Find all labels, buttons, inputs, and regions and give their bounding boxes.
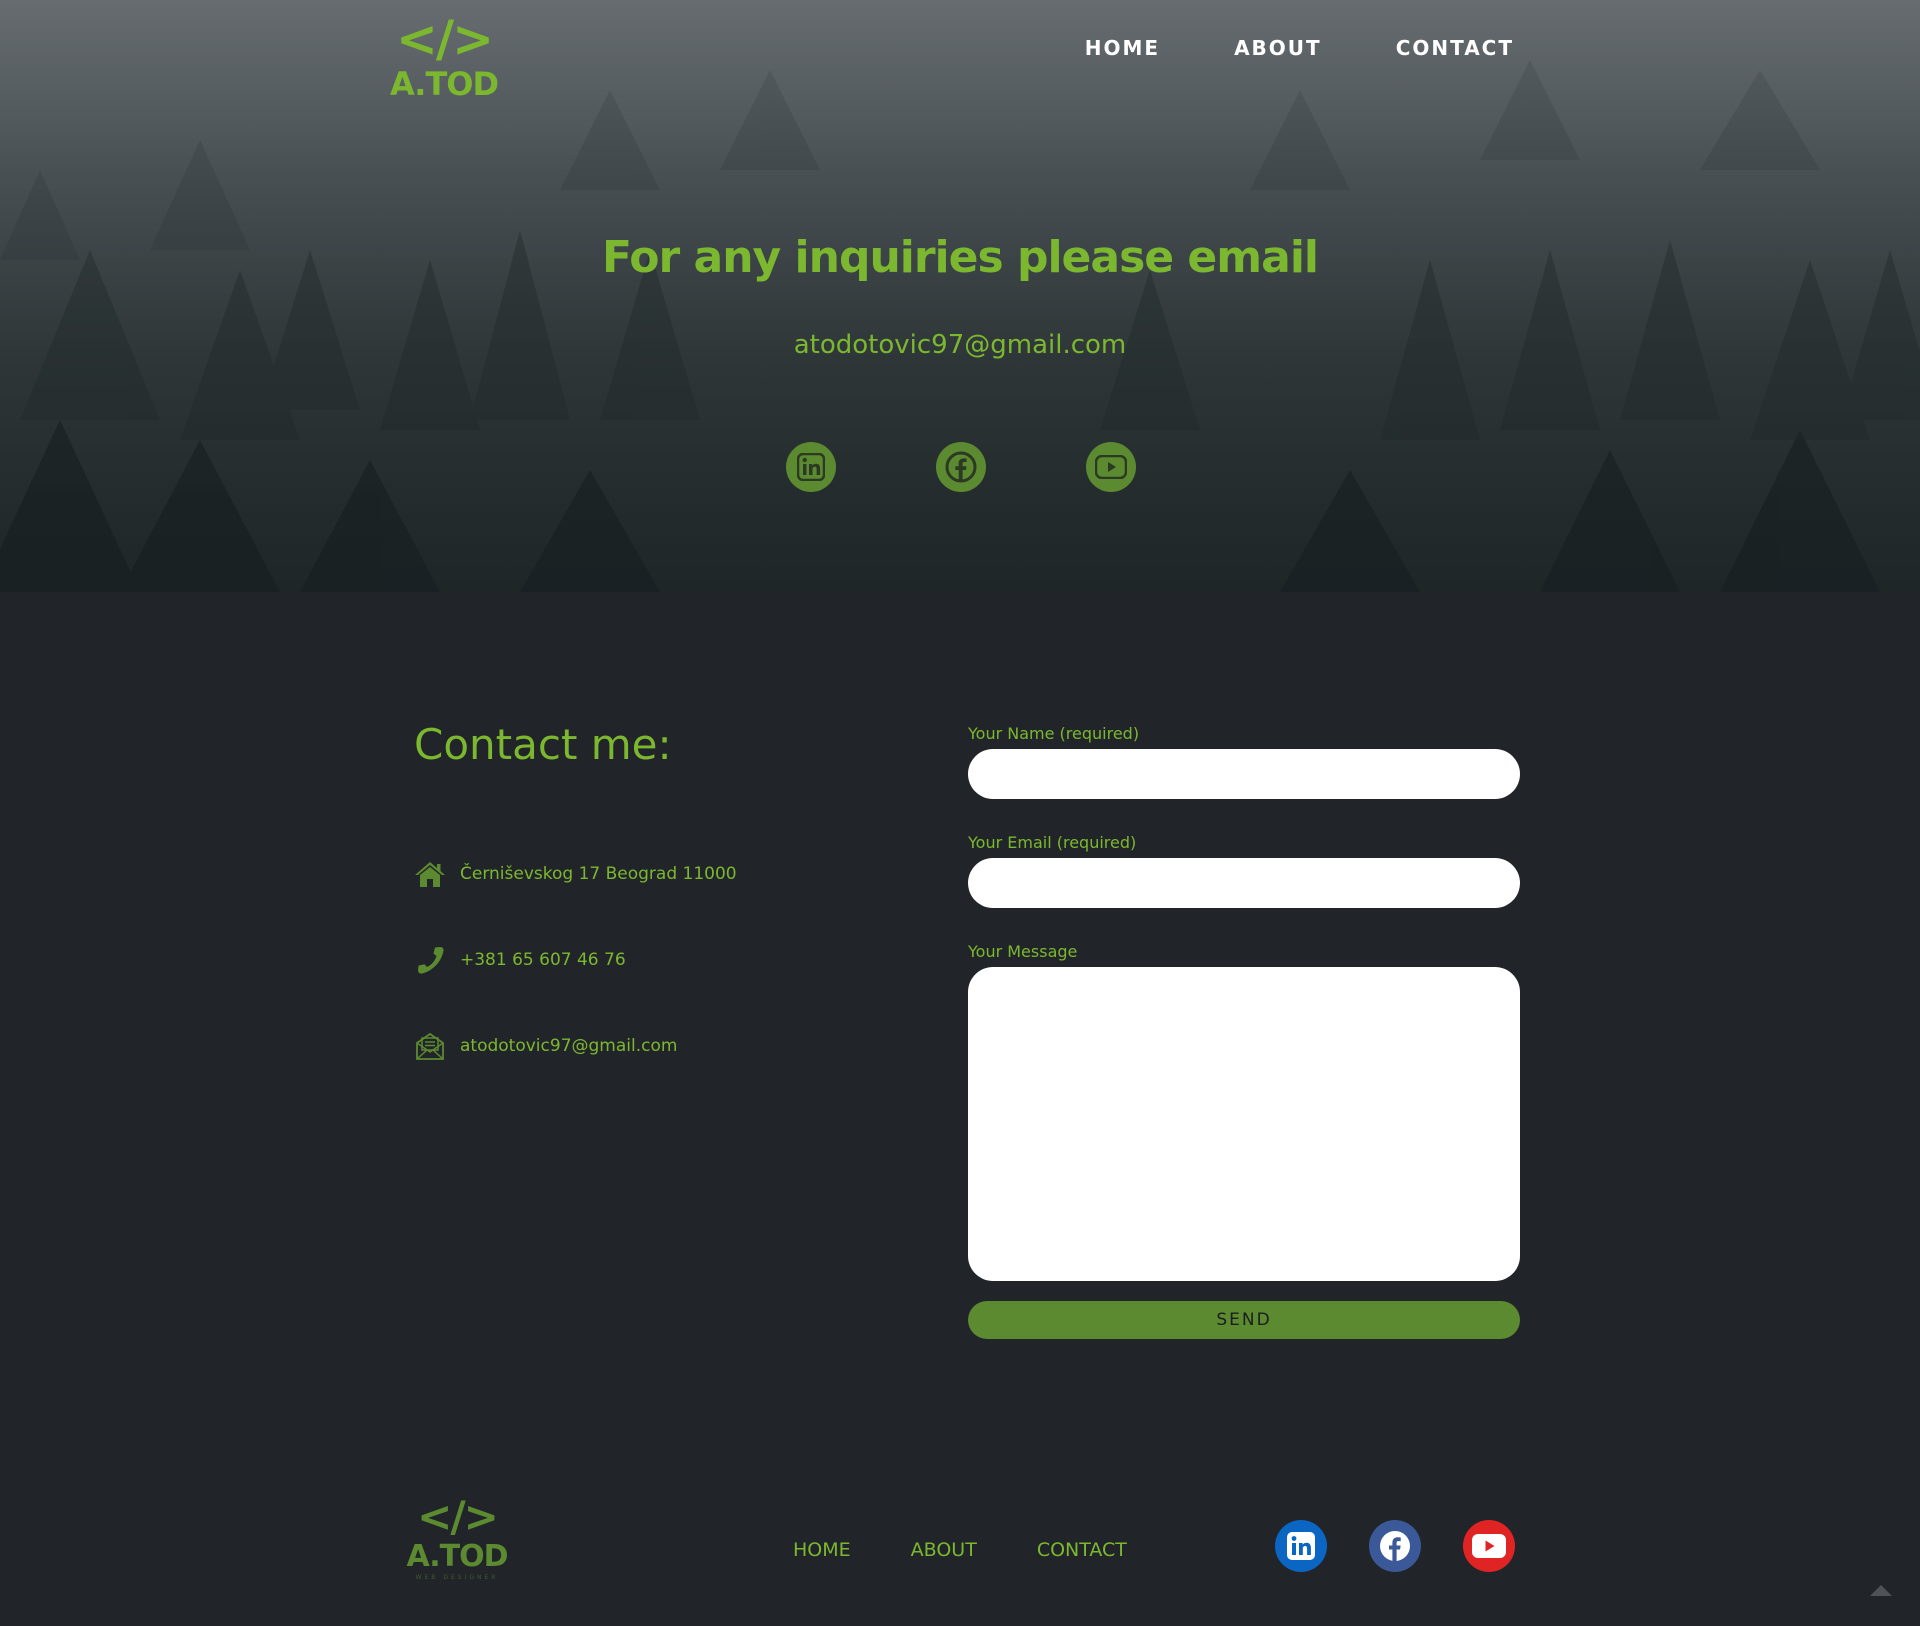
facebook-icon[interactable]	[1369, 1520, 1421, 1572]
home-icon	[414, 858, 446, 890]
linkedin-icon[interactable]	[1275, 1520, 1327, 1572]
name-label: Your Name (required)	[968, 724, 1140, 743]
hero-social-links	[786, 442, 1136, 492]
footer: </> A.TOD WEB DESIGNER HOME ABOUT CONTAC…	[0, 1442, 1920, 1626]
message-label: Your Message	[968, 942, 1078, 961]
contact-form: Your Name (required) Your Email (require…	[968, 724, 1520, 1339]
logo-text: A.TOD	[389, 65, 499, 103]
footer-logo-text: A.TOD	[406, 1539, 508, 1574]
contact-section: Contact me: Černiševskog 17 Beograd 1100…	[0, 592, 1920, 1442]
phone-text[interactable]: +381 65 607 46 76	[460, 950, 626, 970]
email-field[interactable]	[968, 858, 1520, 908]
nav-link-contact[interactable]: CONTACT	[1396, 36, 1514, 60]
nav-link-about[interactable]: ABOUT	[1234, 36, 1322, 60]
footer-social-links	[1275, 1520, 1515, 1572]
email-label: Your Email (required)	[968, 833, 1137, 852]
footer-nav-link-contact[interactable]: CONTACT	[1037, 1539, 1127, 1561]
email-text[interactable]: atodotovic97@gmail.com	[460, 1036, 677, 1056]
footer-nav-link-home[interactable]: HOME	[793, 1539, 851, 1561]
footer-logo-subtitle: WEB DESIGNER	[415, 1574, 499, 1581]
email-row: atodotovic97@gmail.com	[414, 1030, 677, 1062]
footer-logo-code-icon: </>	[417, 1492, 499, 1541]
message-field[interactable]	[968, 967, 1520, 1281]
logo-code-icon: </>	[395, 10, 494, 68]
hero-email[interactable]: atodotovic97@gmail.com	[0, 330, 1920, 360]
send-button[interactable]: SEND	[968, 1301, 1520, 1339]
scroll-to-top-icon[interactable]	[1870, 1582, 1892, 1596]
mail-icon	[414, 1030, 446, 1062]
contact-heading: Contact me:	[414, 720, 672, 769]
logo[interactable]: </> A.TOD	[388, 12, 500, 108]
youtube-icon[interactable]	[1086, 442, 1136, 492]
name-field[interactable]	[968, 749, 1520, 799]
address-row: Černiševskog 17 Beograd 11000	[414, 858, 737, 890]
footer-nav-link-about[interactable]: ABOUT	[911, 1539, 977, 1561]
footer-logo[interactable]: </> A.TOD WEB DESIGNER	[400, 1494, 514, 1594]
phone-icon	[414, 944, 446, 976]
nav-link-home[interactable]: HOME	[1085, 36, 1160, 60]
facebook-icon[interactable]	[936, 442, 986, 492]
phone-row: +381 65 607 46 76	[414, 944, 626, 976]
address-text: Černiševskog 17 Beograd 11000	[460, 864, 737, 884]
footer-nav: HOME ABOUT CONTACT	[793, 1539, 1127, 1561]
linkedin-icon[interactable]	[786, 442, 836, 492]
hero-title: For any inquiries please email	[602, 232, 1319, 283]
youtube-icon[interactable]	[1463, 1520, 1515, 1572]
hero-section: </> A.TOD HOME ABOUT CONTACT For any inq…	[0, 0, 1920, 592]
top-nav: HOME ABOUT CONTACT	[1085, 36, 1514, 60]
